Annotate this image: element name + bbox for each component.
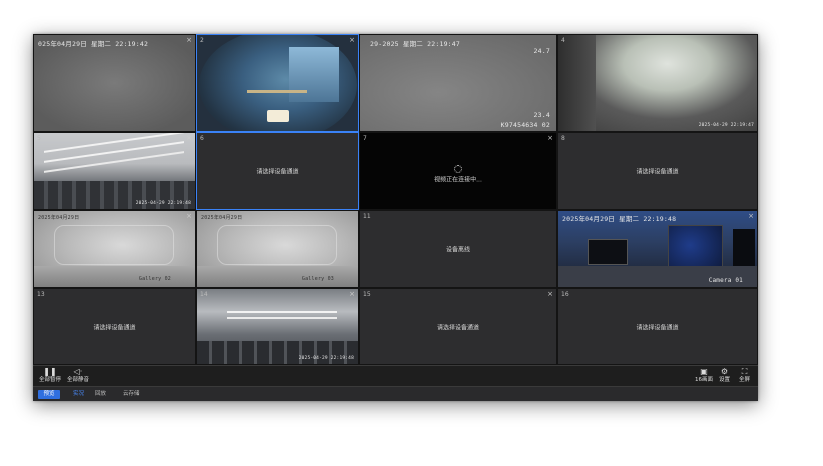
osd-timestamp: 2025-04-29 22:19:48 [298,356,354,361]
cell-status-message: 请选择设备通道 [636,168,679,176]
close-icon[interactable]: × [186,134,192,142]
video-grid: 025年04月29日 星期二 22:19:42 × 2 × 29-2025 星期… [33,34,758,365]
camera-feed [558,35,757,131]
osd-temperature: 23.4 [533,111,550,119]
loading-spinner-icon [454,164,462,173]
settings-label: 设置 [719,377,731,383]
layout-button[interactable]: ▣ 16画面 [695,368,713,384]
cell-index: 13 [37,291,45,298]
video-cell-5[interactable]: 5 × 2025-04-29 22:19:48 [33,132,196,210]
cell-index: 5 [37,135,41,142]
cell-index: 14 [200,291,208,298]
gear-icon: ⚙ [720,367,729,376]
pause-all-label: 全部暂停 [39,377,62,383]
cell-index: 11 [363,213,371,220]
tab-cloud-storage[interactable]: 云存储 [123,390,140,399]
osd-timestamp: 2025年04月29日 [201,215,243,221]
close-icon[interactable]: × [186,212,192,220]
cell-index: 8 [561,135,565,142]
cell-index: 7 [363,135,367,142]
fullscreen-label: 全屏 [739,377,751,383]
bottom-toolbar: ❚❚ 全部暂停 ◁· 全部静音 ▣ 16画面 ⚙ 设置 ⛶ 全屏 [33,365,758,386]
mute-all-label: 全部静音 [67,377,90,383]
osd-timestamp: 2025-04-29 22:19:48 [135,201,191,206]
fullscreen-icon: ⛶ [741,367,748,376]
close-icon[interactable]: × [349,36,355,44]
video-cell-4[interactable]: 4 2025-04-29 22:19:47 [557,34,758,132]
osd-timestamp: 025年04月29日 星期二 22:19:42 [38,40,149,48]
cell-index: 2 [200,37,204,44]
camera-tag: Gallery 03 [301,276,334,282]
video-cell-11[interactable]: 11 设备离线 [359,210,557,288]
cell-status-message: 请选择设备通道 [436,324,479,331]
video-cell-6[interactable]: 6 请选择设备通道 [196,132,359,210]
video-cell-13[interactable]: 13 请选择设备通道 [33,288,196,365]
close-icon[interactable]: × [349,290,355,298]
cell-status-message: 请选择设备通道 [636,324,679,331]
osd-timestamp: 2025年04月29日 星期二 22:19:48 [562,215,677,223]
cell-status-message: 视频正在连接中... [434,176,482,184]
video-cell-9[interactable]: 2025年04月29日 × Gallery 02 [33,210,196,288]
mode-tab-bar: 预览 实况 回放 云存储 [33,386,758,401]
pause-icon: ❚❚ [43,367,57,376]
camera-feed [34,133,195,209]
fullscreen-button[interactable]: ⛶ 全屏 [739,368,750,384]
video-cell-7[interactable]: 7 × 视频正在连接中... [359,132,557,210]
video-cell-3[interactable]: 29-2025 星期二 22:19:47 24.7 23.4 K97454634… [359,34,557,132]
tab-playback[interactable]: 回放 [95,390,106,399]
video-cell-12[interactable]: 2025年04月29日 星期二 22:19:48 × Camera 01 [557,210,758,288]
speaker-icon: ◁· [73,367,83,376]
camera-feed [197,289,358,364]
cell-index: 6 [200,135,204,142]
video-cell-8[interactable]: 8 请选择设备通道 [557,132,758,210]
cell-status-message: 请选择设备通道 [256,168,299,176]
camera-feed [197,35,358,131]
osd-device-code: K97454634 02 [500,121,550,129]
close-icon[interactable]: × [547,290,553,298]
camera-tag: Gallery 02 [138,276,171,282]
pause-all-button[interactable]: ❚❚ 全部暂停 [39,368,61,384]
cell-status-message: 请选择设备通道 [93,324,136,331]
close-icon[interactable]: × [547,134,553,142]
osd-timestamp: 29-2025 星期二 22:19:47 [370,40,461,48]
layout-icon: ▣ [700,367,708,376]
video-cell-14[interactable]: 14 × 2025-04-29 22:19:48 [196,288,359,365]
osd-timestamp: 2025年04月29日 [38,215,80,221]
video-cell-2[interactable]: 2 × [196,34,359,132]
video-cell-16[interactable]: 16 请选择设备通道 [557,288,758,365]
cell-status-message: 设备离线 [445,246,470,254]
osd-timestamp: 2025-04-29 22:19:47 [698,123,754,128]
video-cell-1[interactable]: 025年04月29日 星期二 22:19:42 × [33,34,196,132]
cell-index: 16 [561,291,569,298]
close-icon[interactable]: × [748,212,754,220]
layout-label: 16画面 [695,377,713,383]
cell-index: 4 [561,37,565,44]
osd-temperature: 24.7 [533,47,550,55]
mute-all-button[interactable]: ◁· 全部静音 [67,368,89,384]
video-cell-10[interactable]: 2025年04月29日 Gallery 03 [196,210,359,288]
cell-index: 15 [363,291,371,298]
camera-feed [34,35,195,131]
close-icon[interactable]: × [186,36,192,44]
tab-preview[interactable]: 预览 [38,390,60,399]
camera-tag: Camera 01 [708,277,743,284]
video-cell-15[interactable]: 15 × 请选择设备通道 [359,288,557,365]
camera-feed [360,35,556,131]
video-monitor-window: 025年04月29日 星期二 22:19:42 × 2 × 29-2025 星期… [33,34,758,401]
tab-live[interactable]: 实况 [73,390,84,399]
settings-button[interactable]: ⚙ 设置 [719,368,730,384]
